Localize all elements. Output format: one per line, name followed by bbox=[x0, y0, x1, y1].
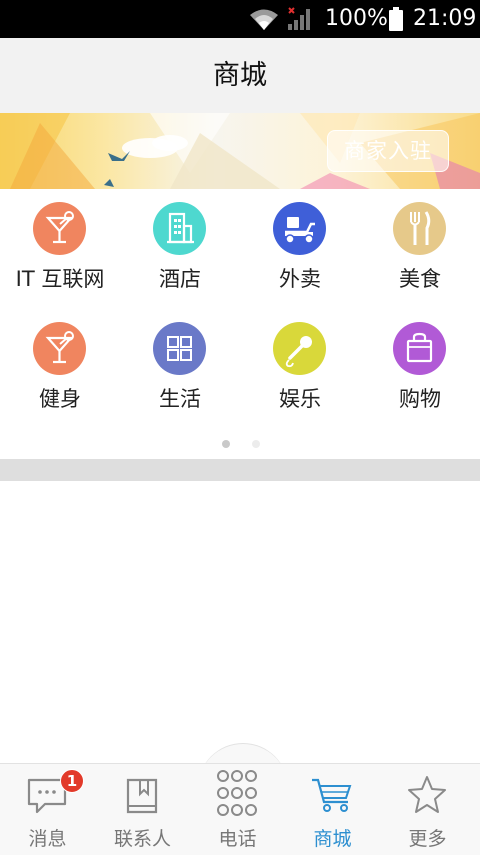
category-grid: IT 互联网 酒店 外卖 美食 健身 生活 娱乐 购物 bbox=[0, 189, 480, 459]
tab-label: 电话 bbox=[218, 828, 257, 850]
tab-label: 消息 bbox=[28, 828, 67, 850]
star-icon bbox=[408, 776, 446, 813]
page-indicator bbox=[0, 437, 480, 451]
category-label: 外卖 bbox=[279, 267, 321, 291]
clock: 21:09 bbox=[413, 6, 477, 31]
category-label: 生活 bbox=[159, 387, 201, 411]
tab-more[interactable]: 更多 bbox=[380, 764, 475, 855]
tab-mall[interactable]: 商城 bbox=[285, 764, 380, 855]
tab-messages[interactable]: 1 消息 bbox=[0, 764, 95, 855]
unread-badge: 1 bbox=[60, 769, 84, 793]
page-dot[interactable] bbox=[252, 440, 260, 448]
grid-icon bbox=[153, 322, 206, 375]
tab-label: 更多 bbox=[408, 828, 447, 850]
building-icon bbox=[153, 202, 206, 255]
contacts-book-icon bbox=[126, 778, 158, 814]
battery-percentage: 100% bbox=[325, 6, 388, 31]
category-entertainment[interactable]: 娱乐 bbox=[240, 309, 360, 429]
microphone-icon bbox=[273, 322, 326, 375]
category-food[interactable]: 美食 bbox=[360, 189, 480, 309]
category-label: 购物 bbox=[399, 387, 441, 411]
category-life[interactable]: 生活 bbox=[120, 309, 240, 429]
category-label: 娱乐 bbox=[279, 387, 321, 411]
cocktail-icon bbox=[33, 202, 86, 255]
dialpad-icon bbox=[217, 770, 257, 816]
cocktail-icon bbox=[33, 322, 86, 375]
signal-icon bbox=[288, 7, 310, 30]
tab-phone[interactable]: 电话 bbox=[190, 764, 285, 855]
shopping-cart-icon bbox=[312, 778, 352, 812]
category-takeout[interactable]: 外卖 bbox=[240, 189, 360, 309]
category-label: 美食 bbox=[399, 267, 441, 291]
wifi-icon bbox=[250, 9, 278, 30]
category-fitness[interactable]: 健身 bbox=[0, 309, 120, 429]
scooter-icon bbox=[273, 202, 326, 255]
merchant-join-button[interactable]: 商家入驻 bbox=[327, 130, 449, 172]
page-title: 商城 bbox=[213, 60, 267, 91]
status-bar: 100% 21:09 bbox=[0, 0, 480, 38]
tab-label: 联系人 bbox=[113, 828, 171, 850]
shopping-bag-icon bbox=[393, 322, 446, 375]
category-label: 酒店 bbox=[159, 267, 201, 291]
category-shopping[interactable]: 购物 bbox=[360, 309, 480, 429]
header: 商城 bbox=[0, 38, 480, 113]
tab-label: 商城 bbox=[313, 828, 352, 850]
tab-contacts[interactable]: 联系人 bbox=[95, 764, 190, 855]
category-label: IT 互联网 bbox=[15, 267, 105, 291]
section-divider bbox=[0, 459, 480, 481]
bottom-tab-bar: 1 消息 联系人 电话 商城 更多 bbox=[0, 763, 480, 855]
battery-icon bbox=[389, 7, 403, 31]
fork-knife-icon bbox=[393, 202, 446, 255]
category-label: 健身 bbox=[39, 387, 81, 411]
page-dot-active[interactable] bbox=[222, 440, 230, 448]
category-hotel[interactable]: 酒店 bbox=[120, 189, 240, 309]
category-it-internet[interactable]: IT 互联网 bbox=[0, 189, 120, 309]
